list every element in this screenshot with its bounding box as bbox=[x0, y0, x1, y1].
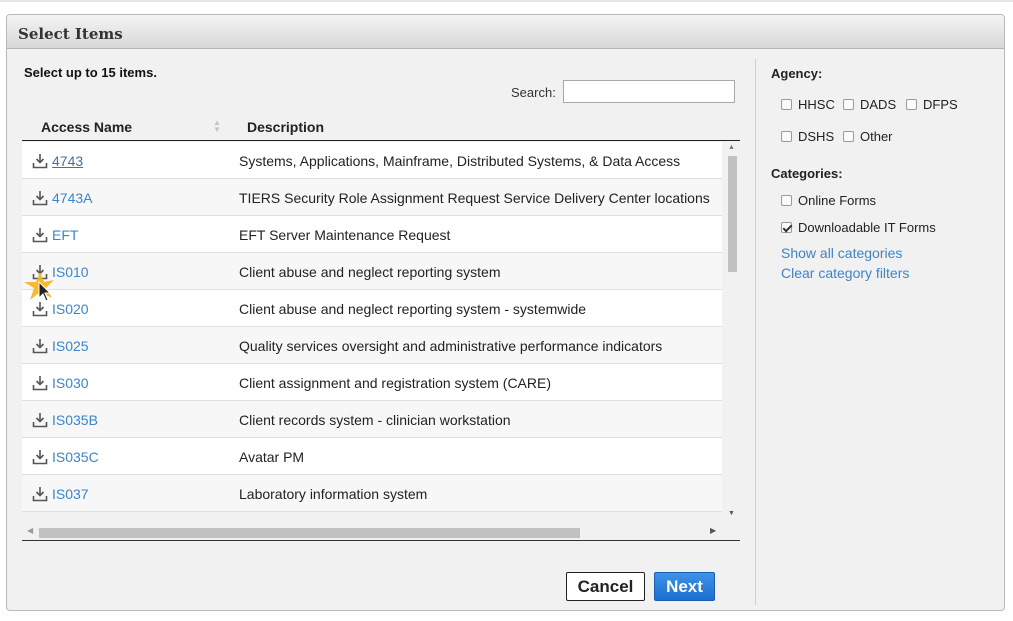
horizontal-scroll-thumb[interactable] bbox=[39, 528, 580, 538]
table-row: IS030 Client assignment and registration… bbox=[22, 364, 722, 401]
scroll-up-arrow-icon[interactable]: ▲ bbox=[728, 144, 735, 151]
access-name-link[interactable]: 4743A bbox=[52, 190, 92, 206]
checkbox-label: Other bbox=[860, 129, 893, 144]
scroll-down-arrow-icon[interactable]: ▼ bbox=[728, 510, 735, 517]
agency-checkbox-dfps[interactable]: DFPS bbox=[906, 97, 958, 112]
agency-title: Agency: bbox=[771, 66, 823, 81]
checkbox-label: DSHS bbox=[798, 129, 835, 144]
select-items-dialog: Select Items Select up to 15 items. Sear… bbox=[6, 14, 1005, 611]
dialog-header: Select Items bbox=[7, 15, 1004, 49]
agency-checkbox-other[interactable]: Other bbox=[843, 129, 893, 144]
checkbox-checked[interactable] bbox=[781, 222, 792, 233]
download-icon[interactable] bbox=[32, 190, 48, 206]
dialog-title: Select Items bbox=[18, 25, 123, 43]
column-header-description[interactable]: Description bbox=[247, 119, 324, 135]
item-description: TIERS Security Role Assignment Request S… bbox=[239, 190, 710, 206]
checkbox[interactable] bbox=[843, 99, 854, 110]
show-all-categories-link[interactable]: Show all categories bbox=[781, 245, 902, 261]
access-name-link[interactable]: IS035B bbox=[52, 412, 98, 428]
vertical-scroll-thumb[interactable] bbox=[728, 156, 737, 272]
access-name-link[interactable]: IS025 bbox=[52, 338, 89, 354]
access-name-link[interactable]: EFT bbox=[52, 227, 78, 243]
download-icon[interactable] bbox=[32, 338, 48, 354]
cancel-button[interactable]: Cancel bbox=[566, 572, 645, 601]
download-icon[interactable] bbox=[32, 264, 48, 280]
top-border bbox=[0, 0, 1013, 2]
download-icon[interactable] bbox=[32, 449, 48, 465]
table-row: EFT EFT Server Maintenance Request bbox=[22, 216, 722, 253]
download-icon[interactable] bbox=[32, 301, 48, 317]
items-panel: Select up to 15 items. Search: Access Na… bbox=[22, 63, 742, 603]
download-icon[interactable] bbox=[32, 153, 48, 169]
item-description: Quality services oversight and administr… bbox=[239, 338, 663, 354]
table-row: 4743 Systems, Applications, Mainframe, D… bbox=[22, 142, 722, 179]
selection-instruction: Select up to 15 items. bbox=[24, 65, 157, 80]
checkbox[interactable] bbox=[781, 131, 792, 142]
agency-checkbox-hhsc[interactable]: HHSC bbox=[781, 97, 835, 112]
panel-divider bbox=[755, 59, 756, 605]
table-row: IS035B Client records system - clinician… bbox=[22, 401, 722, 438]
category-checkbox-online-forms[interactable]: Online Forms bbox=[781, 193, 876, 208]
checkbox[interactable] bbox=[906, 99, 917, 110]
table-body: 4743 Systems, Applications, Mainframe, D… bbox=[22, 142, 722, 512]
scroll-left-arrow-icon[interactable]: ◀ bbox=[27, 526, 33, 535]
access-name-link[interactable]: 4743 bbox=[52, 153, 83, 169]
checkbox[interactable] bbox=[781, 99, 792, 110]
checkbox-label: Downloadable IT Forms bbox=[798, 220, 936, 235]
checkbox-label: DFPS bbox=[923, 97, 958, 112]
checkbox-label: HHSC bbox=[798, 97, 835, 112]
item-description: Client abuse and neglect reporting syste… bbox=[239, 301, 587, 317]
item-description: Avatar PM bbox=[239, 449, 305, 465]
categories-title: Categories: bbox=[771, 166, 843, 181]
table-row: 4743A TIERS Security Role Assignment Req… bbox=[22, 179, 722, 216]
download-icon[interactable] bbox=[32, 227, 48, 243]
filters-panel: Agency: HHSC DADS DFPS DSHS Other Catego… bbox=[770, 63, 995, 363]
table-row: IS010 Client abuse and neglect reporting… bbox=[22, 253, 722, 290]
agency-checkbox-dshs[interactable]: DSHS bbox=[781, 129, 834, 144]
checkbox[interactable] bbox=[781, 195, 792, 206]
access-name-link[interactable]: IS010 bbox=[52, 264, 89, 280]
table-row: IS037 Laboratory information system bbox=[22, 475, 722, 512]
agency-checkbox-dads[interactable]: DADS bbox=[843, 97, 896, 112]
search-label: Search: bbox=[511, 85, 556, 100]
sort-icon[interactable]: ▲ ▼ bbox=[213, 119, 221, 134]
table-row: IS035C Avatar PM bbox=[22, 438, 722, 475]
next-button[interactable]: Next bbox=[654, 572, 715, 601]
table-header: Access Name ▲ ▼ Description bbox=[22, 107, 740, 141]
scroll-right-arrow-icon[interactable]: ▶ bbox=[710, 526, 716, 535]
item-description: Laboratory information system bbox=[239, 486, 428, 502]
item-description: Client abuse and neglect reporting syste… bbox=[239, 264, 501, 280]
access-name-link[interactable]: IS035C bbox=[52, 449, 99, 465]
checkbox-label: DADS bbox=[860, 97, 897, 112]
clear-category-filters-link[interactable]: Clear category filters bbox=[781, 265, 909, 281]
items-table: Access Name ▲ ▼ Description 4743 Systems,… bbox=[22, 107, 740, 541]
download-icon[interactable] bbox=[32, 375, 48, 391]
download-icon[interactable] bbox=[32, 486, 48, 502]
vertical-scrollbar[interactable]: ▲ ▼ bbox=[724, 142, 740, 526]
checkbox-label: Online Forms bbox=[798, 193, 877, 208]
item-description: Client assignment and registration syste… bbox=[239, 375, 552, 391]
table-row: IS020 Client abuse and neglect reporting… bbox=[22, 290, 722, 327]
access-name-link[interactable]: IS020 bbox=[52, 301, 89, 317]
item-description: EFT Server Maintenance Request bbox=[239, 227, 451, 243]
download-icon[interactable] bbox=[32, 412, 48, 428]
item-description: Client records system - clinician workst… bbox=[239, 412, 511, 428]
access-name-link[interactable]: IS037 bbox=[52, 486, 89, 502]
horizontal-scrollbar[interactable]: ◀ ▶ bbox=[22, 524, 724, 540]
category-checkbox-downloadable-it-forms[interactable]: Downloadable IT Forms bbox=[781, 220, 936, 235]
search-input[interactable] bbox=[563, 80, 735, 103]
access-name-link[interactable]: IS030 bbox=[52, 375, 89, 391]
table-row: IS025 Quality services oversight and adm… bbox=[22, 327, 722, 364]
item-description: Systems, Applications, Mainframe, Distri… bbox=[239, 153, 681, 169]
checkbox[interactable] bbox=[843, 131, 854, 142]
column-header-access-name[interactable]: Access Name bbox=[41, 119, 132, 135]
